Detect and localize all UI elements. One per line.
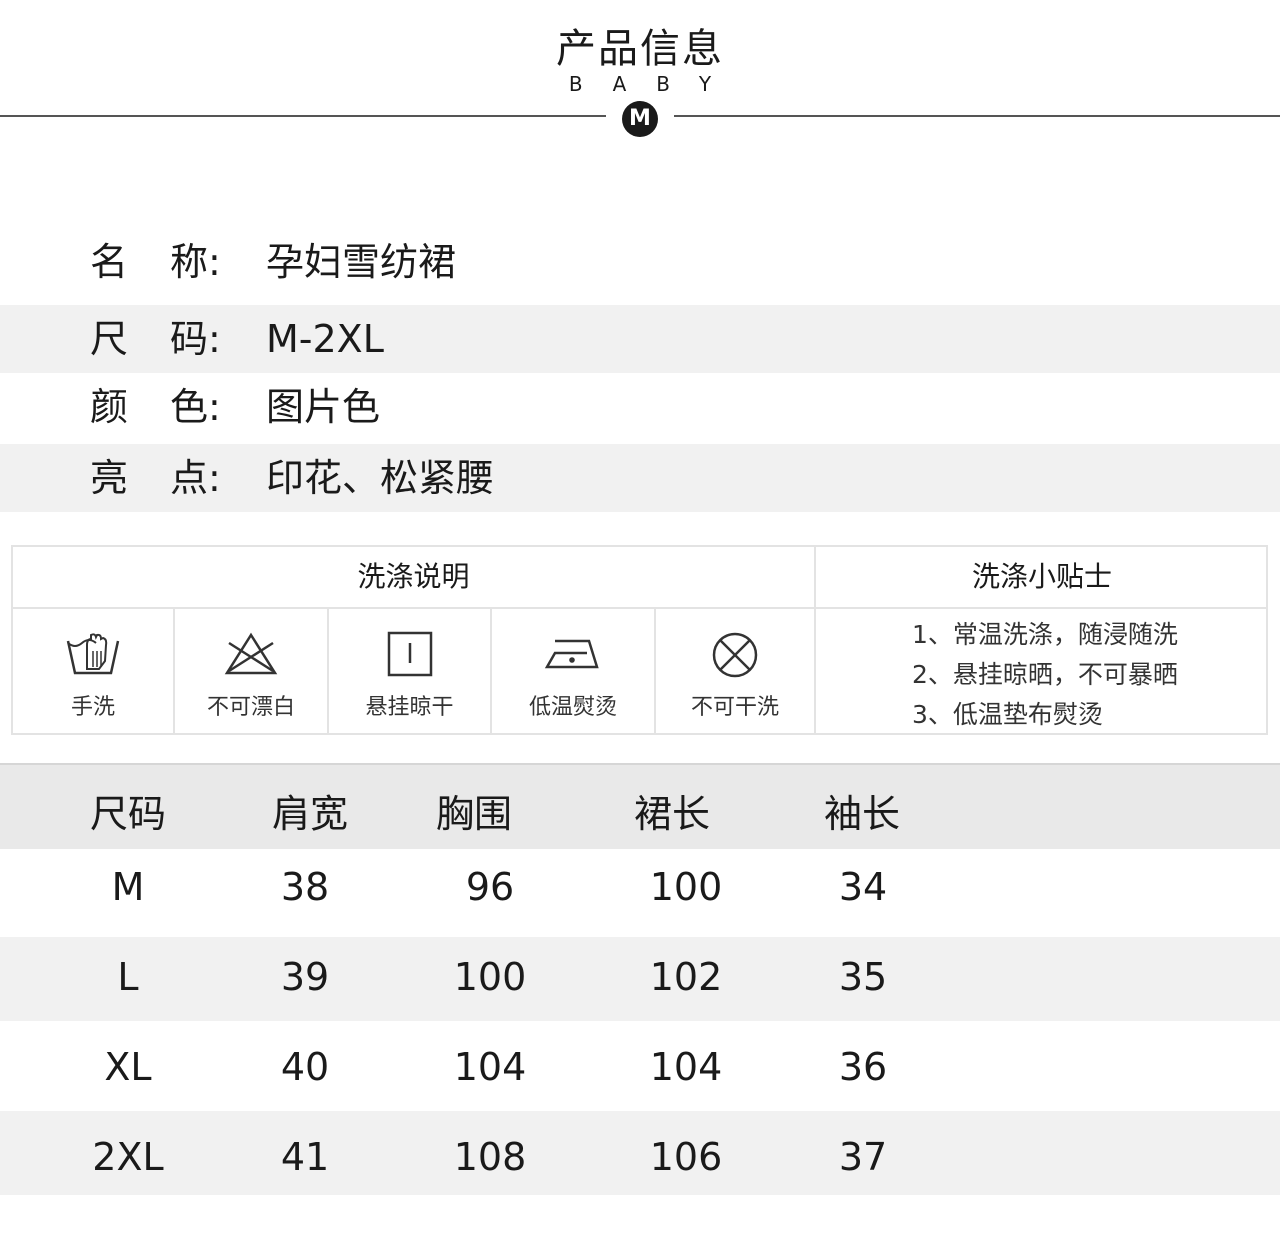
washing-instructions-title: 洗涤说明 [357, 560, 470, 593]
info-value: M-2XL [266, 317, 384, 361]
washing-tip: 3、低温垫布熨烫 [912, 700, 1103, 729]
info-row-highlight: 亮 点: 印花、松紧腰 [0, 444, 1280, 512]
table-row: M 38 96 100 34 [0, 849, 1280, 937]
m-badge-icon: M [622, 101, 658, 137]
size-cell: 106 [649, 1135, 723, 1179]
washing-tip: 1、常温洗涤，随浸随洗 [912, 620, 1178, 649]
size-cell: 104 [453, 1045, 527, 1089]
wash-icon-caption: 不可干洗 [690, 695, 779, 720]
info-row-name: 名 称: 孕妇雪纺裙 [0, 228, 1280, 296]
product-info-header: 产品信息 BABY M [0, 0, 1280, 150]
table-row: XL 40 104 104 36 [0, 1021, 1280, 1111]
wash-icon-caption: 不可漂白 [206, 695, 295, 720]
size-cell: 41 [280, 1135, 330, 1179]
size-cell: 102 [649, 955, 723, 999]
wash-icon-caption: 低温熨烫 [528, 695, 617, 720]
info-label-char: 名 [90, 240, 129, 284]
no-bleach-icon [224, 632, 278, 675]
wash-icon-cell: 低温熨烫 [492, 609, 654, 735]
info-label-char: 亮 [90, 456, 129, 500]
size-cell: 104 [649, 1045, 723, 1089]
wash-icon-cell: 手洗 [13, 609, 173, 735]
hang-dry-icon [387, 631, 432, 677]
size-cell: 2XL [92, 1135, 164, 1179]
washing-tip: 2、悬挂晾晒，不可暴晒 [912, 660, 1178, 689]
size-column-header: 肩宽 [272, 792, 349, 836]
size-cell: 108 [453, 1135, 527, 1179]
hand-wash-icon [66, 633, 120, 675]
size-column-header: 胸围 [436, 792, 513, 836]
info-row-size: 尺 码: M-2XL [0, 305, 1280, 373]
wash-icon-cell: 悬挂晾干 [329, 609, 490, 735]
info-label-char: 尺 [90, 317, 129, 361]
info-row-color: 颜 色: 图片色 [0, 373, 1280, 441]
header-divider-right [674, 115, 1280, 117]
low-iron-icon [544, 639, 599, 669]
size-cell: L [117, 955, 139, 999]
size-cell: 34 [838, 865, 888, 909]
size-cell: M [111, 865, 145, 909]
size-cell: 96 [465, 865, 515, 909]
size-cell: 39 [280, 955, 330, 999]
size-cell: 37 [838, 1135, 888, 1179]
table-row: L 39 100 102 35 [0, 937, 1280, 1021]
size-cell: 35 [838, 955, 888, 999]
info-label-char: 色: [170, 385, 221, 429]
washing-tips-list: 1、常温洗涤，随浸随洗 2、悬挂晾晒，不可暴晒 3、低温垫布熨烫 [816, 609, 1268, 735]
size-cell: 100 [649, 865, 723, 909]
wash-icon-cell: 不可漂白 [175, 609, 327, 735]
wash-icon-cell: 不可干洗 [656, 609, 814, 735]
page-subtitle: BABY [568, 72, 742, 96]
size-column-header: 裙长 [634, 792, 711, 836]
size-cell: XL [104, 1045, 152, 1089]
info-value: 孕妇雪纺裙 [266, 240, 457, 284]
washing-tips-title: 洗涤小贴士 [971, 560, 1112, 593]
page-title: 产品信息 [556, 26, 724, 72]
table-row: 2XL 41 108 106 37 [0, 1111, 1280, 1195]
info-label-char: 颜 [90, 385, 129, 429]
size-table-header: 尺码 肩宽 胸围 裙长 袖长 [0, 763, 1280, 849]
size-column-header: 尺码 [90, 792, 167, 836]
no-dry-clean-icon [712, 632, 758, 678]
header-divider-left [0, 115, 606, 117]
size-cell: 36 [838, 1045, 888, 1089]
info-value: 印花、松紧腰 [266, 456, 495, 500]
info-value: 图片色 [266, 385, 381, 429]
washing-table: 洗涤说明 洗涤小贴士 手洗 不可漂白 悬挂晾干 低温熨烫 不可干洗 1、常温洗涤… [11, 545, 1268, 735]
info-label-char: 码: [170, 317, 221, 361]
wash-icon-caption: 手洗 [70, 695, 115, 720]
info-label-char: 点: [170, 456, 221, 500]
size-cell: 38 [280, 865, 330, 909]
wash-icon-caption: 悬挂晾干 [365, 695, 454, 720]
size-cell: 100 [453, 955, 527, 999]
size-cell: 40 [280, 1045, 330, 1089]
info-label-char: 称: [170, 240, 221, 284]
size-column-header: 袖长 [824, 792, 901, 836]
